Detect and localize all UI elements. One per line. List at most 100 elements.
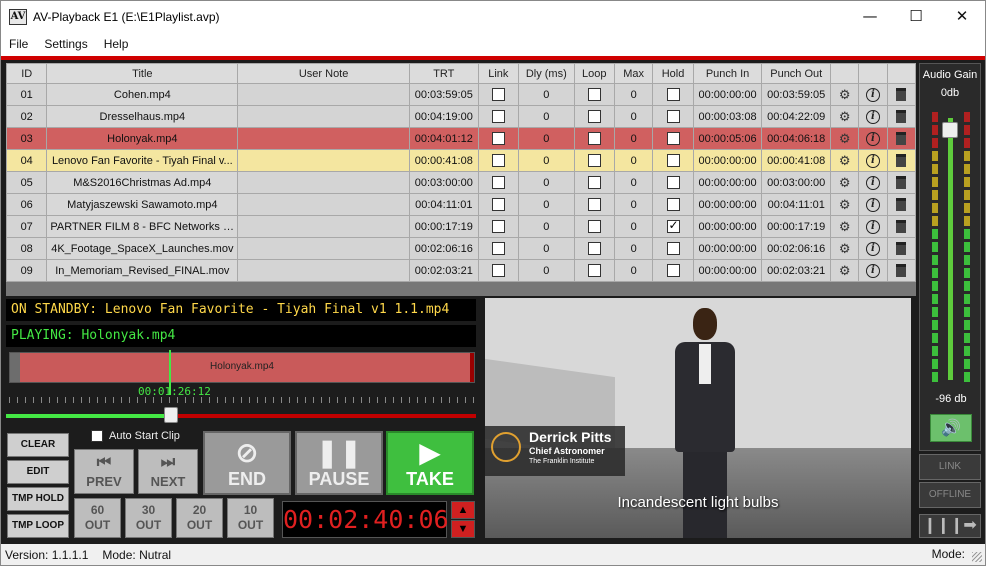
table-row[interactable]: 09 In_Memoriam_Revised_FINAL.mov 00:02:03:… (6, 259, 916, 282)
cell-title[interactable]: 4K_Footage_SpaceX_Launches.mov (46, 237, 239, 260)
cell-dly[interactable]: 0 (518, 127, 575, 150)
loop-checkbox[interactable] (587, 132, 601, 145)
cell-user-note[interactable] (237, 193, 410, 216)
col-loop[interactable]: Loop (573, 63, 615, 84)
info-icon[interactable]: i (865, 153, 880, 168)
cell-settings[interactable]: ⚙ (830, 149, 860, 172)
loop-checkbox[interactable] (587, 220, 601, 233)
cell-max[interactable]: 0 (613, 83, 654, 106)
trash-icon[interactable] (896, 132, 907, 145)
table-row[interactable]: 07 PARTNER FILM 8 - BFC Networks v... 00:0… (6, 215, 916, 238)
menu-help[interactable]: Help (96, 32, 137, 56)
link-checkbox[interactable] (491, 176, 505, 189)
out-10-button[interactable]: 10 OUT (227, 498, 274, 538)
cell-dly[interactable]: 0 (518, 105, 575, 128)
table-row[interactable]: 01 Cohen.mp4 00:03:59:05 0 0 00:00:00:00 00:03… (6, 83, 916, 106)
cell-info[interactable]: i (858, 215, 888, 238)
col-max[interactable]: Max (613, 63, 654, 84)
loop-checkbox[interactable] (587, 198, 601, 211)
maximize-button[interactable]: ☐ (893, 1, 939, 31)
cell-dly[interactable]: 0 (518, 83, 575, 106)
cell-punch-in[interactable]: 00:00:00:00 (692, 83, 763, 106)
info-icon[interactable]: i (865, 109, 880, 124)
cell-info[interactable]: i (858, 259, 888, 282)
trash-icon[interactable] (896, 264, 907, 277)
close-button[interactable]: ✕ (939, 1, 985, 31)
link-checkbox[interactable] (491, 154, 505, 167)
cell-delete[interactable] (886, 215, 916, 238)
info-icon[interactable]: i (865, 87, 880, 102)
trash-icon[interactable] (896, 220, 907, 233)
cell-punch-out[interactable]: 00:00:17:19 (761, 215, 832, 238)
cell-settings[interactable]: ⚙ (830, 171, 860, 194)
link-checkbox[interactable] (491, 242, 505, 255)
info-icon[interactable]: i (865, 175, 880, 190)
cell-title[interactable]: Dresselhaus.mp4 (46, 105, 239, 128)
cell-punch-out[interactable]: 00:03:00:00 (761, 171, 832, 194)
hold-checkbox[interactable] (666, 264, 680, 277)
end-button[interactable]: ⊘ END (203, 431, 291, 495)
cell-title[interactable]: M&S2016Christmas Ad.mp4 (46, 171, 239, 194)
cell-settings[interactable]: ⚙ (830, 127, 860, 150)
info-icon[interactable]: i (865, 241, 880, 256)
cell-delete[interactable] (886, 259, 916, 282)
link-checkbox[interactable] (491, 264, 505, 277)
cell-punch-out[interactable]: 00:02:03:21 (761, 259, 832, 282)
col-link[interactable]: Link (477, 63, 520, 84)
auto-start-checkbox[interactable] (91, 430, 103, 442)
out-30-button[interactable]: 30 OUT (125, 498, 172, 538)
link-checkbox[interactable] (491, 198, 505, 211)
cell-punch-out[interactable]: 00:04:11:01 (761, 193, 832, 216)
cell-user-note[interactable] (237, 237, 410, 260)
trash-icon[interactable] (896, 110, 907, 123)
trash-icon[interactable] (896, 154, 907, 167)
loop-checkbox[interactable] (587, 154, 601, 167)
cell-user-note[interactable] (237, 83, 410, 106)
trash-icon[interactable] (896, 88, 907, 101)
cell-user-note[interactable] (237, 215, 410, 238)
hold-checkbox[interactable] (666, 132, 680, 145)
cell-delete[interactable] (886, 105, 916, 128)
link-button[interactable]: LINK (919, 454, 981, 480)
gear-icon[interactable]: ⚙ (839, 131, 851, 146)
cell-user-note[interactable] (237, 259, 410, 282)
progress-bar[interactable] (6, 414, 476, 418)
link-checkbox[interactable] (491, 88, 505, 101)
tmp-loop-button[interactable]: TMP LOOP (7, 514, 69, 538)
mute-button[interactable]: 🔊 (930, 414, 972, 442)
cell-user-note[interactable] (237, 105, 410, 128)
cell-punch-in[interactable]: 00:00:00:00 (692, 237, 763, 260)
menu-file[interactable]: File (1, 32, 36, 56)
table-row[interactable]: 08 4K_Footage_SpaceX_Launches.mov 00:02:06… (6, 237, 916, 260)
hold-checkbox[interactable] (666, 218, 680, 233)
gear-icon[interactable]: ⚙ (839, 175, 851, 190)
cell-info[interactable]: i (858, 193, 888, 216)
col-hold[interactable]: Hold (652, 63, 694, 84)
gear-icon[interactable]: ⚙ (839, 109, 851, 124)
out-60-button[interactable]: 60 OUT (74, 498, 121, 538)
col-id[interactable]: ID (6, 63, 48, 84)
gear-icon[interactable]: ⚙ (839, 153, 851, 168)
gear-icon[interactable]: ⚙ (839, 197, 851, 212)
edit-button[interactable]: EDIT (7, 460, 69, 484)
cell-settings[interactable]: ⚙ (830, 193, 860, 216)
cell-punch-in[interactable]: 00:00:00:00 (692, 149, 763, 172)
cell-info[interactable]: i (858, 237, 888, 260)
loop-checkbox[interactable] (587, 88, 601, 101)
col-title[interactable]: Title (46, 63, 239, 84)
clock-down-button[interactable]: ▼ (451, 520, 475, 538)
loop-checkbox[interactable] (587, 264, 601, 277)
loop-checkbox[interactable] (587, 176, 601, 189)
clock-up-button[interactable]: ▲ (451, 501, 475, 519)
cell-dly[interactable]: 0 (518, 149, 575, 172)
gear-icon[interactable]: ⚙ (839, 219, 851, 234)
hold-checkbox[interactable] (666, 88, 680, 101)
cell-max[interactable]: 0 (613, 193, 654, 216)
gear-icon[interactable]: ⚙ (839, 241, 851, 256)
info-icon[interactable]: i (865, 131, 880, 146)
cell-delete[interactable] (886, 171, 916, 194)
cell-info[interactable]: i (858, 171, 888, 194)
trash-icon[interactable] (896, 198, 907, 211)
gear-icon[interactable]: ⚙ (839, 87, 851, 102)
hold-checkbox[interactable] (666, 198, 680, 211)
